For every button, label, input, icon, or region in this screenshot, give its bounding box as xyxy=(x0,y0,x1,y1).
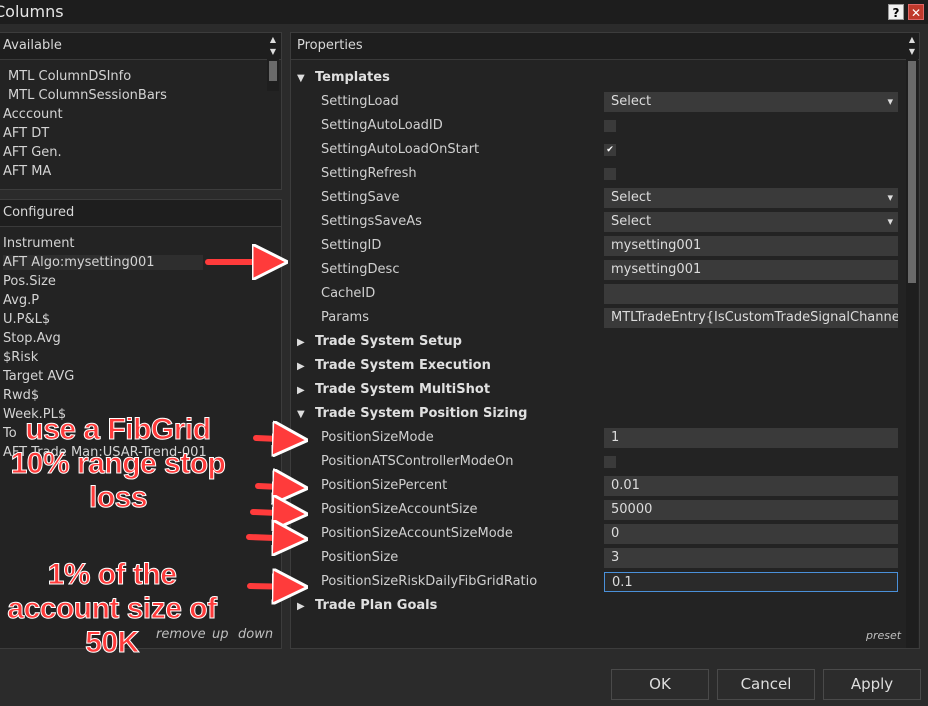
annotation-line: use a FibGrid xyxy=(25,413,212,447)
arrow-account-size-mode xyxy=(246,537,302,539)
arrow-fibgrid-ratio xyxy=(247,586,302,587)
annotation-line: 50K xyxy=(85,626,140,660)
annotation-line: account size of xyxy=(7,592,218,626)
arrow-account-size xyxy=(250,512,302,514)
fibgrid-annotation: use a FibGrid 10% range stop loss xyxy=(0,413,236,515)
annotation-line: loss xyxy=(88,481,148,515)
annotation-line: 1% of the xyxy=(47,558,177,592)
arrow-position-size-mode xyxy=(253,438,302,440)
arrow-position-size-percent xyxy=(255,486,302,488)
account-annotation: 1% of the account size of 50K xyxy=(0,558,224,660)
annotation-line: 10% range stop xyxy=(10,447,226,481)
